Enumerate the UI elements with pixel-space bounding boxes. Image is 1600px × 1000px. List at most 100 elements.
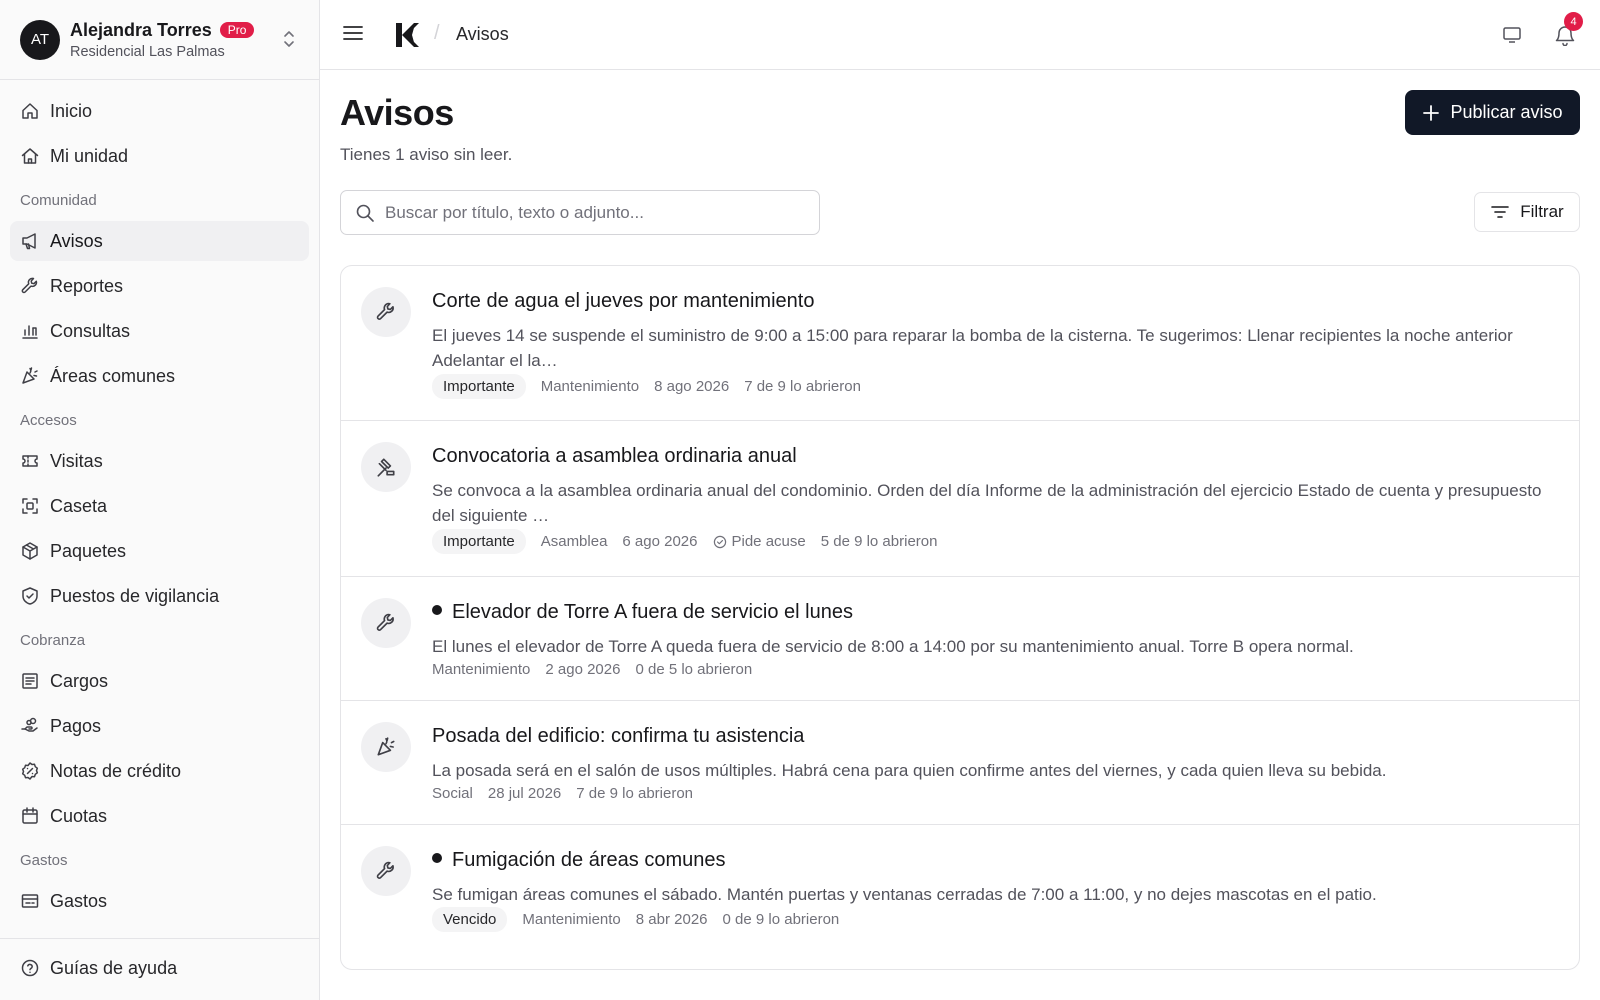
check-circle-icon <box>713 535 732 549</box>
sidebar-footer: Guías de ayuda <box>0 938 319 1000</box>
receipt-icon <box>20 671 50 691</box>
chevrons-up-down-icon <box>281 28 297 50</box>
notice-title: Elevador de Torre A fuera de servicio el… <box>432 601 853 624</box>
sidebar-item-reportes[interactable]: Reportes <box>10 266 309 306</box>
help-circle-icon <box>20 958 50 978</box>
menu-icon[interactable] <box>342 22 364 44</box>
sidebar-item-paquetes[interactable]: Paquetes <box>10 531 309 571</box>
filter-label: Filtrar <box>1520 202 1564 221</box>
search-icon <box>355 203 385 223</box>
notice-description: El jueves 14 se suspende el suministro d… <box>432 326 1513 370</box>
community-name: Residencial Las Palmas <box>70 43 225 60</box>
breadcrumb-current: Avisos <box>456 24 509 44</box>
app-logo[interactable] <box>394 21 420 49</box>
sidebar-item-areas-comunes[interactable]: Áreas comunes <box>10 356 309 396</box>
sidebar-item-label: Paquetes <box>50 540 127 561</box>
notice-meta: Importante Mantenimiento 8 ago 2026 7 de 9 … <box>432 374 876 399</box>
sidebar-section-title: Gastos <box>20 852 68 869</box>
sidebar-nav: Inicio Mi unidad Comunidad Avisos Reportes Co… <box>0 80 319 921</box>
megaphone-icon <box>20 231 50 251</box>
sidebar-item-label: Notas de crédito <box>50 760 182 781</box>
bar-chart-icon <box>20 321 50 341</box>
sidebar-item-puestos-de-vigilancia[interactable]: Puestos de vigilancia <box>10 576 309 616</box>
sidebar-item-consultas[interactable]: Consultas <box>10 311 309 351</box>
party-popper-icon <box>20 366 50 386</box>
package-icon <box>20 541 50 561</box>
sidebar-item-cargos[interactable]: Cargos <box>10 661 309 701</box>
notice-date: 28 jul 2026 <box>487 785 562 802</box>
user-switcher[interactable]: AT Alejandra Torres Pro Residencial Las … <box>0 0 319 80</box>
sidebar-item-label: Consultas <box>50 320 131 341</box>
notice-category: Social <box>432 785 473 802</box>
top-bar: / Avisos 4 <box>320 0 1600 70</box>
sidebar-item-mi-unidad[interactable]: Mi unidad <box>10 136 309 176</box>
user-name-row: Alejandra Torres Pro <box>70 20 255 41</box>
notice-date: 8 abr 2026 <box>635 911 708 928</box>
sidebar-item-label: Reportes <box>50 275 124 296</box>
shield-check-icon <box>20 586 50 606</box>
gavel-icon <box>361 442 411 492</box>
notice-category: Mantenimiento <box>522 911 621 928</box>
sidebar-item-inicio[interactable]: Inicio <box>10 91 309 131</box>
sidebar-item-label: Inicio <box>50 100 93 121</box>
filter-button[interactable]: Filtrar <box>1474 192 1580 232</box>
notice-title: Convocatoria a asamblea ordinaria anual <box>432 445 797 468</box>
acknowledgement-required: Pide acuse <box>713 533 806 550</box>
notice-meta: Social 28 jul 2026 7 de 9 lo abrieron <box>432 785 708 802</box>
sidebar-item-label: Puestos de vigilancia <box>50 585 220 606</box>
notice-description: El lunes el elevador de Torre A queda fu… <box>432 637 1354 656</box>
notice-item[interactable]: Fumigación de áreas comunes Se fumigan ár… <box>341 825 1579 956</box>
notice-date: 6 ago 2026 <box>622 533 698 550</box>
notice-item[interactable]: Corte de agua el jueves por mantenimient… <box>341 266 1579 421</box>
sidebar-item-label: Guías de ayuda <box>50 957 178 978</box>
notice-date: 2 ago 2026 <box>545 661 621 678</box>
notice-meta: Vencido Mantenimiento 8 abr 2026 0 de 9 lo … <box>432 907 854 932</box>
notice-title-text: Convocatoria a asamblea ordinaria anual <box>432 445 797 467</box>
sidebar-item-visitas[interactable]: Visitas <box>10 441 309 481</box>
avatar: AT <box>20 19 60 60</box>
plus-icon <box>1422 104 1450 122</box>
priority-tag: Vencido <box>432 907 508 932</box>
notice-item[interactable]: Posada del edificio: confirma tu asisten… <box>341 701 1579 825</box>
notice-item[interactable]: Elevador de Torre A fuera de servicio el… <box>341 577 1579 701</box>
sidebar-item-notas-de-credito[interactable]: Notas de crédito <box>10 751 309 791</box>
wallet-icon <box>20 891 50 911</box>
calendar-icon <box>20 806 50 826</box>
sidebar-item-guias-de-ayuda[interactable]: Guías de ayuda <box>10 948 309 988</box>
sidebar-item-pagos[interactable]: Pagos <box>10 706 309 746</box>
badge-percent-icon <box>20 761 50 781</box>
search-input[interactable] <box>385 202 805 223</box>
notice-title-text: Elevador de Torre A fuera de servicio el… <box>452 601 853 623</box>
unread-dot <box>432 604 442 615</box>
wrench-icon <box>361 846 411 896</box>
sidebar-item-label: Mi unidad <box>50 145 129 166</box>
sidebar-item-cuotas[interactable]: Cuotas <box>10 796 309 836</box>
notice-title: Fumigación de áreas comunes <box>432 849 725 872</box>
wrench-icon <box>361 287 411 337</box>
notice-description: La posada será en el salón de usos múlti… <box>432 761 1387 780</box>
notice-date: 8 ago 2026 <box>654 378 730 395</box>
open-count: 5 de 9 lo abrieron <box>820 533 938 550</box>
publish-notice-button[interactable]: Publicar aviso <box>1405 90 1580 135</box>
sidebar-item-avisos[interactable]: Avisos <box>10 221 309 261</box>
notice-category: Mantenimiento <box>432 661 531 678</box>
sidebar-item-caseta[interactable]: Caseta <box>10 486 309 526</box>
notice-category: Mantenimiento <box>540 378 640 395</box>
notice-title-text: Fumigación de áreas comunes <box>452 849 726 871</box>
hand-coins-icon <box>20 716 50 736</box>
filter-icon <box>1490 202 1520 222</box>
open-count: 0 de 9 lo abrieron <box>722 911 840 928</box>
notice-item[interactable]: Convocatoria a asamblea ordinaria anual S… <box>341 421 1579 577</box>
notification-count-badge: 4 <box>1564 12 1583 31</box>
sidebar-item-label: Áreas comunes <box>50 365 176 386</box>
search-box <box>340 190 820 235</box>
sidebar-item-label: Visitas <box>50 450 103 471</box>
sidebar-section-title: Comunidad <box>20 192 97 209</box>
sidebar-item-gastos[interactable]: Gastos <box>10 881 309 921</box>
wrench-icon <box>20 276 50 296</box>
notice-description: Se convoca a la asamblea ordinaria anual… <box>432 481 1542 525</box>
notices-list: Corte de agua el jueves por mantenimient… <box>340 265 1580 970</box>
monitor-icon[interactable] <box>1502 25 1522 45</box>
notice-title-text: Corte de agua el jueves por mantenimient… <box>432 290 815 312</box>
sidebar-section-title: Cobranza <box>20 632 86 649</box>
